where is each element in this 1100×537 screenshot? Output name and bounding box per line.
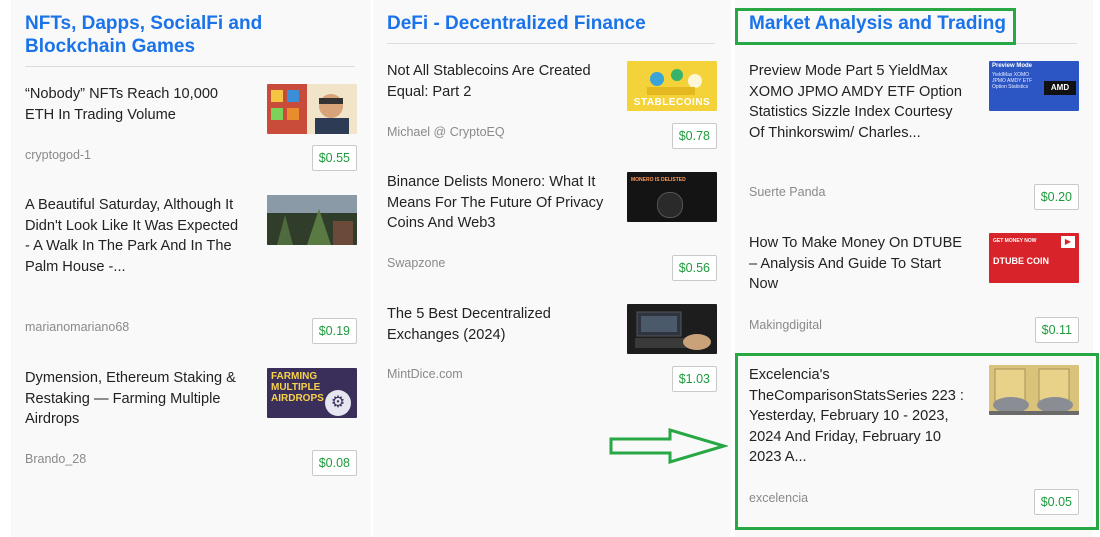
post-title[interactable]: “Nobody” NFTs Reach 10,000 ETH In Tradin… [25, 84, 243, 125]
arrow-right-icon [609, 427, 728, 465]
post-card: Not All Stablecoins Are Created Equal: P… [387, 61, 717, 151]
play-icon: ▶ [1061, 236, 1075, 248]
payout-badge[interactable]: $0.55 [311, 145, 357, 171]
post-thumbnail[interactable] [627, 304, 717, 354]
post-author[interactable]: Brando_28 [25, 452, 86, 466]
post-author[interactable]: cryptogod-1 [25, 148, 91, 162]
column-title[interactable]: Market Analysis and Trading [749, 12, 1079, 35]
post-card: Preview Mode Part 5 YieldMax XOMO JPMO A… [749, 61, 1079, 211]
post-thumbnail[interactable] [989, 365, 1079, 415]
post-card: A Beautiful Saturday, Although It Didn't… [25, 195, 357, 345]
divider [749, 43, 1077, 44]
gear-icon: ⚙ [325, 390, 351, 416]
post-author[interactable]: marianomariano68 [25, 320, 129, 334]
thumbnail-caption: Preview Mode [992, 63, 1033, 69]
post-thumbnail[interactable]: GET MONEY NOW ▶ DTUBE COIN [989, 233, 1079, 283]
post-title[interactable]: Binance Delists Monero: What It Means Fo… [387, 172, 605, 234]
post-thumbnail[interactable]: FARMING MULTIPLE AIRDROPS ⚙ [267, 368, 357, 418]
post-title[interactable]: Dymension, Ethereum Staking & Restaking … [25, 368, 243, 430]
post-author[interactable]: Swapzone [387, 256, 445, 270]
payout-badge[interactable]: $1.03 [671, 366, 717, 392]
divider [25, 66, 355, 67]
post-title[interactable]: Excelencia's TheComparisonStatsSeries 22… [749, 365, 967, 468]
post-thumbnail[interactable]: STABLECOINS [627, 61, 717, 111]
post-thumbnail[interactable] [267, 84, 357, 134]
thumbnail-subcaption: DTUBE COIN [993, 256, 1049, 266]
post-thumbnail[interactable]: Preview Mode YieldMax XOMO JPMO AMDY ETF… [989, 61, 1079, 111]
payout-badge[interactable]: $0.05 [1033, 489, 1079, 515]
payout-badge[interactable]: $0.19 [311, 318, 357, 344]
post-title[interactable]: Preview Mode Part 5 YieldMax XOMO JPMO A… [749, 61, 967, 143]
payout-badge[interactable]: $0.20 [1033, 184, 1079, 210]
post-title[interactable]: A Beautiful Saturday, Although It Didn't… [25, 195, 243, 277]
column-nfts-dapps: NFTs, Dapps, SocialFi and Blockchain Gam… [11, 0, 371, 537]
thumbnail-caption: STABLECOINS [633, 97, 711, 108]
monero-coin-icon [657, 192, 683, 218]
post-title[interactable]: How To Make Money On DTUBE – Analysis An… [749, 233, 967, 295]
payout-badge[interactable]: $0.56 [671, 255, 717, 281]
post-card: The 5 Best Decentralized Exchanges (2024… [387, 304, 717, 394]
thumbnail-caption: GET MONEY NOW [993, 238, 1037, 244]
post-author[interactable]: Makingdigital [749, 318, 822, 332]
post-author[interactable]: MintDice.com [387, 367, 463, 381]
post-title[interactable]: Not All Stablecoins Are Created Equal: P… [387, 61, 605, 102]
post-card: Dymension, Ethereum Staking & Restaking … [25, 368, 357, 478]
post-thumbnail[interactable] [267, 195, 357, 245]
post-card: Excelencia's TheComparisonStatsSeries 22… [749, 365, 1079, 515]
thumbnail-subcaption: YieldMax XOMO JPMO AMDY ETF Option Stati… [992, 72, 1033, 90]
column-title[interactable]: NFTs, Dapps, SocialFi and Blockchain Gam… [25, 12, 355, 58]
post-card: “Nobody” NFTs Reach 10,000 ETH In Tradin… [25, 84, 357, 174]
post-author[interactable]: Suerte Panda [749, 185, 825, 199]
post-card: How To Make Money On DTUBE – Analysis An… [749, 233, 1079, 343]
post-thumbnail[interactable]: MONERO IS DELISTED [627, 172, 717, 222]
thumbnail-caption: FARMING MULTIPLE AIRDROPS [271, 371, 324, 404]
payout-badge[interactable]: $0.11 [1034, 317, 1079, 343]
column-title[interactable]: DeFi - Decentralized Finance [387, 12, 717, 35]
post-author[interactable]: Michael @ CryptoEQ [387, 125, 505, 139]
post-author[interactable]: excelencia [749, 491, 808, 505]
post-card: Binance Delists Monero: What It Means Fo… [387, 172, 717, 282]
amd-logo: AMD [1044, 81, 1076, 95]
post-title[interactable]: The 5 Best Decentralized Exchanges (2024… [387, 304, 605, 345]
divider [387, 43, 715, 44]
payout-badge[interactable]: $0.78 [671, 123, 717, 149]
thumbnail-caption: MONERO IS DELISTED [631, 177, 686, 183]
column-market-analysis: Market Analysis and Trading Preview Mode… [735, 0, 1093, 537]
payout-badge[interactable]: $0.08 [311, 450, 357, 476]
